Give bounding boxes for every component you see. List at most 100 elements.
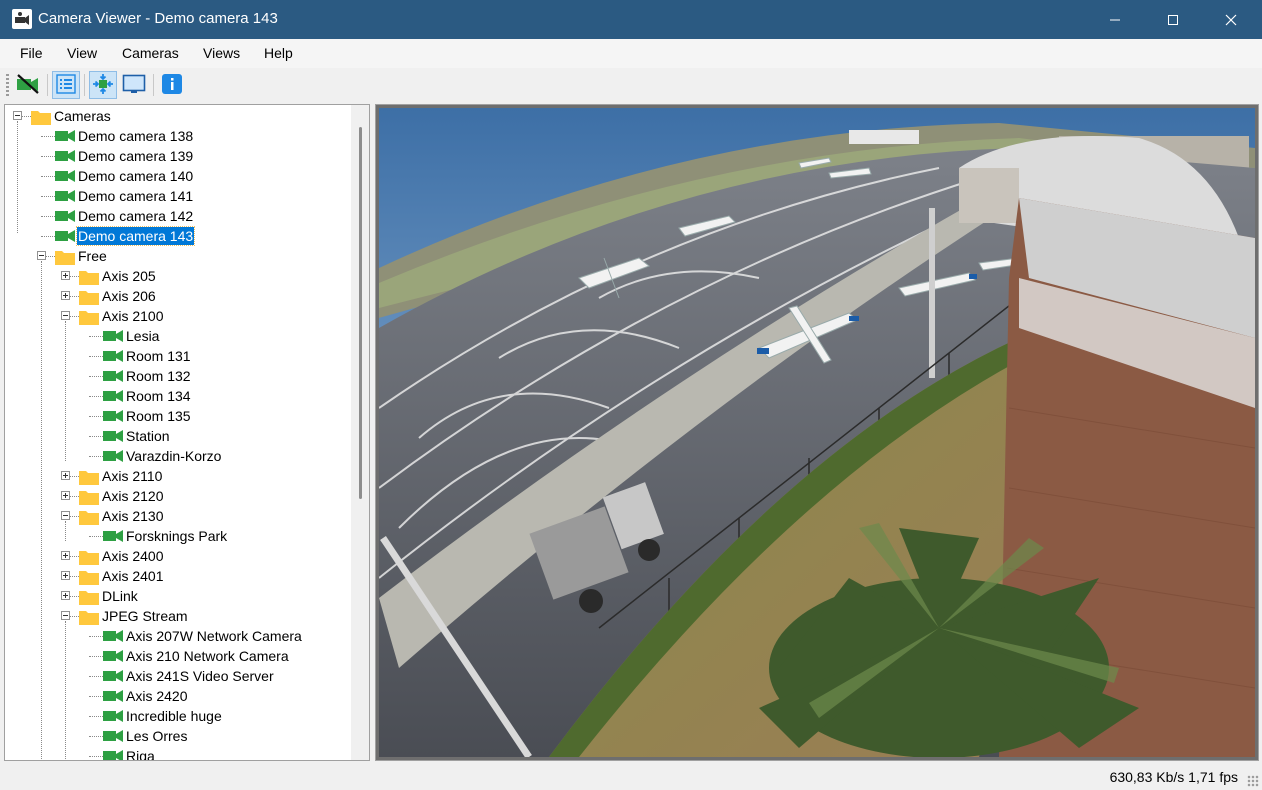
expand-icon[interactable] [61, 491, 70, 500]
tree-folder-axis-2110[interactable]: Axis 2110 [5, 466, 349, 486]
tree-item-camera[interactable]: Room 131 [5, 346, 349, 366]
tree-item-label: Demo camera 143 [75, 226, 196, 246]
collapse-icon[interactable] [37, 251, 46, 260]
camera-tree[interactable]: Cameras Demo camera 138 Demo camera 139 Dem… [4, 104, 370, 761]
tree-folder-axis-205[interactable]: Axis 205 [5, 266, 349, 286]
toolbar-grip[interactable] [6, 74, 9, 96]
tree-root-cameras[interactable]: Cameras [5, 106, 349, 126]
tree-item-camera[interactable]: Demo camera 139 [5, 146, 349, 166]
tree-connector [41, 236, 55, 237]
collapse-icon[interactable] [61, 511, 70, 520]
tree-item-label: Demo camera 140 [78, 168, 194, 184]
expand-icon[interactable] [61, 591, 70, 600]
tree-item-label: Incredible huge [126, 708, 222, 724]
tree-connector [89, 756, 103, 757]
menu-views[interactable]: Views [203, 45, 240, 61]
tree-folder-axis-2401[interactable]: Axis 2401 [5, 566, 349, 586]
tree-folder-free[interactable]: Free [5, 246, 349, 266]
camera-icon [103, 749, 123, 760]
camera-icon [55, 149, 75, 166]
tree-item-label: Axis 205 [102, 268, 156, 284]
tree-connector [89, 396, 103, 397]
menu-view[interactable]: View [67, 45, 97, 61]
tree-item-camera[interactable]: Demo camera 143 [5, 226, 349, 246]
tree-connector [89, 456, 103, 457]
tree-item-camera[interactable]: Forsknings Park [5, 526, 349, 546]
tree-item-camera[interactable]: Demo camera 141 [5, 186, 349, 206]
tree-connector [89, 416, 103, 417]
camera-icon [103, 329, 123, 346]
expand-icon[interactable] [61, 291, 70, 300]
tree-item-camera[interactable]: Room 132 [5, 366, 349, 386]
tree-folder-axis-2120[interactable]: Axis 2120 [5, 486, 349, 506]
camera-list-button[interactable] [52, 71, 80, 99]
fit-to-window-button[interactable] [89, 71, 117, 99]
tree-scrollbar-thumb[interactable] [359, 127, 362, 499]
camera-icon [103, 349, 123, 366]
tree-folder-axis-2130[interactable]: Axis 2130 [5, 506, 349, 526]
tree-connector [41, 196, 55, 197]
info-icon [161, 73, 183, 98]
menu-cameras[interactable]: Cameras [122, 45, 179, 61]
tree-item-camera[interactable]: Lesia [5, 326, 349, 346]
tree-item-camera[interactable]: Axis 207W Network Camera [5, 626, 349, 646]
tree-item-camera[interactable]: Demo camera 140 [5, 166, 349, 186]
tree-item-camera[interactable]: Axis 210 Network Camera [5, 646, 349, 666]
tree-item-camera[interactable]: Demo camera 142 [5, 206, 349, 226]
toolbar [0, 68, 1262, 102]
resize-grip[interactable] [1247, 775, 1259, 787]
tree-item-camera[interactable]: Room 135 [5, 406, 349, 426]
collapse-icon[interactable] [61, 611, 70, 620]
tree-connector [89, 356, 103, 357]
tree-item-label: Axis 241S Video Server [126, 668, 274, 684]
camera-list-icon [56, 73, 76, 97]
menu-file[interactable]: File [20, 45, 43, 61]
window-title: Camera Viewer - Demo camera 143 [38, 10, 278, 27]
tree-item-camera[interactable]: Axis 241S Video Server [5, 666, 349, 686]
about-button[interactable] [158, 71, 186, 99]
expand-icon[interactable] [61, 271, 70, 280]
tree-folder-dlink[interactable]: DLink [5, 586, 349, 606]
tree-item-label: Les Orres [126, 728, 188, 744]
tree-item-camera[interactable]: Riga [5, 746, 349, 760]
tree-item-camera[interactable]: Demo camera 138 [5, 126, 349, 146]
tree-folder-axis-2100[interactable]: Axis 2100 [5, 306, 349, 326]
tree-item-label: Axis 2110 [102, 468, 163, 484]
tree-item-camera[interactable]: Incredible huge [5, 706, 349, 726]
tree-folder-axis-206[interactable]: Axis 206 [5, 286, 349, 306]
camera-icon [103, 669, 123, 686]
expand-icon[interactable] [61, 471, 70, 480]
tree-item-camera[interactable]: Room 134 [5, 386, 349, 406]
tree-item-camera[interactable]: Station [5, 426, 349, 446]
collapse-icon[interactable] [13, 111, 22, 120]
maximize-button[interactable] [1144, 0, 1202, 39]
tree-folder-axis-2400[interactable]: Axis 2400 [5, 546, 349, 566]
fullscreen-button[interactable] [120, 71, 148, 99]
collapse-icon[interactable] [61, 311, 70, 320]
toolbar-separator [47, 74, 48, 96]
minimize-button[interactable] [1086, 0, 1144, 39]
tree-folder-jpeg-stream[interactable]: JPEG Stream [5, 606, 349, 626]
menu-help[interactable]: Help [264, 45, 293, 61]
tree-connector [41, 136, 55, 137]
tree-scrollbar[interactable] [351, 105, 369, 760]
camera-icon [55, 189, 75, 206]
fit-to-window-icon [92, 73, 114, 98]
tree-item-label: Axis 2420 [126, 688, 188, 704]
tree-item-label: JPEG Stream [102, 608, 188, 624]
disconnect-camera-button[interactable] [14, 71, 42, 99]
tree-connector [89, 656, 103, 657]
close-button[interactable] [1202, 0, 1260, 39]
tree-item-camera[interactable]: Axis 2420 [5, 686, 349, 706]
tree-item-label: Axis 2120 [102, 488, 164, 504]
tree-connector [89, 336, 103, 337]
expand-icon[interactable] [61, 571, 70, 580]
tree-item-camera[interactable]: Les Orres [5, 726, 349, 746]
camera-icon [103, 409, 123, 426]
expand-icon[interactable] [61, 551, 70, 560]
title-bar: Camera Viewer - Demo camera 143 [0, 0, 1262, 39]
camera-view[interactable] [375, 104, 1259, 761]
tree-item-label: Free [78, 248, 107, 264]
status-bar: 630,83 Kb/s 1,71 fps [0, 764, 1262, 790]
tree-item-camera[interactable]: Varazdin-Korzo [5, 446, 349, 466]
